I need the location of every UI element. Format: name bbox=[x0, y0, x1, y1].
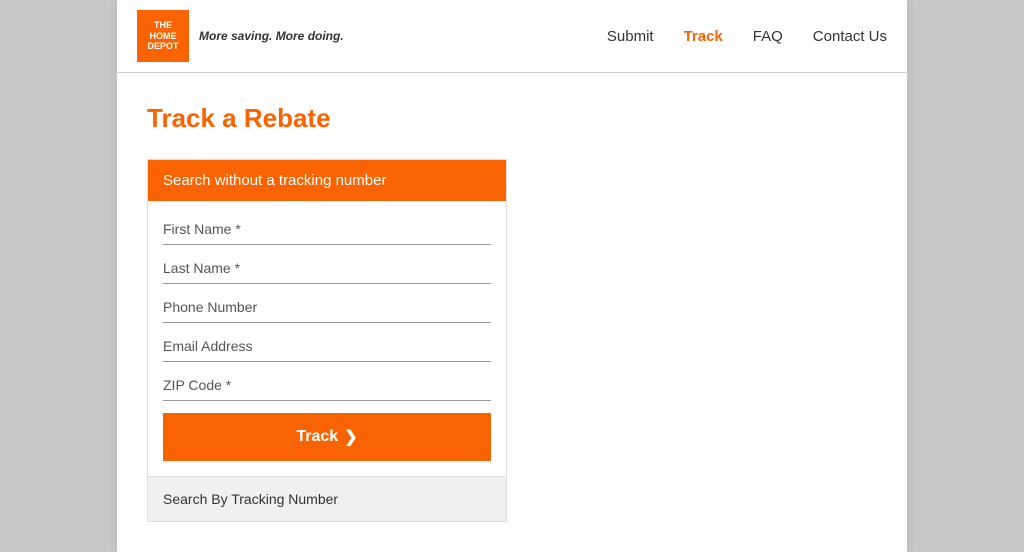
track-button-label: Track bbox=[296, 428, 338, 446]
logo-text: THE HOME DEPOT bbox=[147, 20, 178, 52]
email-address-field bbox=[163, 328, 491, 362]
form-body: Track ❯ bbox=[148, 201, 506, 476]
search-without-tracking-label: Search without a tracking number bbox=[163, 172, 386, 189]
form-footer[interactable]: Search By Tracking Number bbox=[148, 476, 506, 521]
header: THE HOME DEPOT More saving. More doing. … bbox=[117, 0, 907, 73]
form-card-header: Search without a tracking number bbox=[148, 160, 506, 201]
zip-code-input[interactable] bbox=[163, 375, 491, 395]
logo-area: THE HOME DEPOT More saving. More doing. bbox=[137, 10, 344, 62]
last-name-field bbox=[163, 250, 491, 284]
logo-tagline-bold: More doing. bbox=[276, 29, 344, 43]
page-title: Track a Rebate bbox=[147, 103, 877, 134]
logo-tagline-prefix: More saving. bbox=[199, 29, 276, 43]
page-container: THE HOME DEPOT More saving. More doing. … bbox=[117, 0, 907, 552]
nav-contact-us[interactable]: Contact Us bbox=[813, 28, 887, 45]
nav-track[interactable]: Track bbox=[684, 28, 723, 45]
first-name-field bbox=[163, 211, 491, 245]
track-button-arrow-icon: ❯ bbox=[344, 427, 357, 447]
phone-number-field bbox=[163, 289, 491, 323]
last-name-input[interactable] bbox=[163, 258, 491, 278]
form-card: Search without a tracking number bbox=[147, 159, 507, 522]
zip-code-field bbox=[163, 367, 491, 401]
email-address-input[interactable] bbox=[163, 336, 491, 356]
phone-number-input[interactable] bbox=[163, 297, 491, 317]
logo-box: THE HOME DEPOT bbox=[137, 10, 189, 62]
search-by-tracking-number-label: Search By Tracking Number bbox=[163, 491, 338, 507]
logo-tagline: More saving. More doing. bbox=[199, 29, 344, 43]
main-content: Track a Rebate Search without a tracking… bbox=[117, 73, 907, 552]
main-nav: Submit Track FAQ Contact Us bbox=[607, 28, 887, 45]
nav-faq[interactable]: FAQ bbox=[753, 28, 783, 45]
track-button[interactable]: Track ❯ bbox=[163, 413, 491, 461]
first-name-input[interactable] bbox=[163, 219, 491, 239]
nav-submit[interactable]: Submit bbox=[607, 28, 654, 45]
